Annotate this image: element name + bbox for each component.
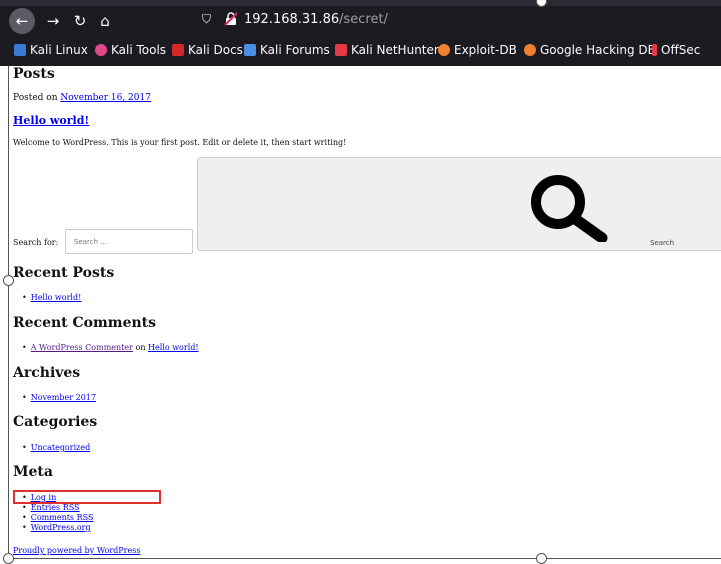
recent-post-link[interactable]: Hello world! xyxy=(31,293,82,302)
footer-powered-by-link[interactable]: Proudly powered by WordPress xyxy=(13,546,140,555)
list-item: Uncategorized xyxy=(22,443,90,452)
browser-chrome: ← → ↻ ⌂ ⛉ 192.168.31.86/secret/ Kali Lin… xyxy=(0,0,721,66)
list-item: Entries RSS xyxy=(22,503,80,512)
kali-tools-icon xyxy=(95,44,107,56)
bookmark-offsec[interactable]: OffSec xyxy=(652,43,700,57)
search-input[interactable] xyxy=(65,229,193,254)
offsec-icon xyxy=(652,44,657,56)
bookmark-google-hacking-db[interactable]: Google Hacking DB xyxy=(524,43,656,57)
recent-comments-heading: Recent Comments xyxy=(13,315,157,331)
search-label: Search for: xyxy=(13,238,59,247)
search-button[interactable]: Search xyxy=(197,157,721,251)
post-date-link[interactable]: November 16, 2017 xyxy=(60,93,151,103)
navigation-toolbar: ← → ↻ ⌂ ⛉ 192.168.31.86/secret/ xyxy=(0,6,721,36)
archive-link[interactable]: November 2017 xyxy=(31,393,96,402)
bookmark-kali-docs[interactable]: Kali Docs xyxy=(172,43,243,57)
back-button[interactable]: ← xyxy=(9,8,35,34)
search-button-label: Search xyxy=(650,239,675,247)
kali-nethunter-icon xyxy=(335,44,347,56)
exploit-db-icon xyxy=(438,44,450,56)
posted-label: Posted on xyxy=(13,93,58,103)
url-path: /secret/ xyxy=(339,12,388,27)
category-link[interactable]: Uncategorized xyxy=(31,443,90,452)
kali-docs-icon xyxy=(172,44,184,56)
url-text: 192.168.31.86/secret/ xyxy=(244,12,388,27)
login-link[interactable]: Log in xyxy=(31,493,57,502)
wordpress-org-link[interactable]: WordPress.org xyxy=(31,523,91,532)
list-item: A WordPress Commenter on Hello world! xyxy=(22,343,199,352)
list-item: Log in xyxy=(22,493,57,502)
frame-border-bottom xyxy=(8,558,721,559)
kali-forums-icon xyxy=(244,44,256,56)
list-item: Comments RSS xyxy=(22,513,94,522)
resize-handle[interactable] xyxy=(536,553,547,564)
bookmark-kali-linux[interactable]: Kali Linux xyxy=(14,43,88,57)
archives-heading: Archives xyxy=(13,365,81,381)
frame-border-left xyxy=(8,66,9,558)
meta-heading: Meta xyxy=(13,464,53,480)
kali-dragon-icon xyxy=(14,44,26,56)
shield-icon: ⛉ xyxy=(202,12,212,26)
post-body: Welcome to WordPress. This is your first… xyxy=(13,138,347,147)
home-button[interactable]: ⌂ xyxy=(93,9,117,33)
address-bar[interactable]: ⛉ 192.168.31.86/secret/ xyxy=(190,8,721,34)
reload-button[interactable]: ↻ xyxy=(68,9,92,33)
home-icon: ⌂ xyxy=(100,12,110,30)
reload-icon: ↻ xyxy=(73,12,87,30)
categories-heading: Categories xyxy=(13,414,98,430)
search-icon xyxy=(531,175,608,242)
list-item: Hello world! xyxy=(22,293,82,302)
page-content: Posts Posted on November 16, 2017 Hello … xyxy=(0,0,721,564)
bookmark-kali-forums[interactable]: Kali Forums xyxy=(244,43,330,57)
posts-heading: Posts xyxy=(13,66,55,82)
list-item: WordPress.org xyxy=(22,523,91,532)
comment-on-text: on xyxy=(135,343,146,352)
post-meta: Posted on November 16, 2017 xyxy=(13,93,151,103)
comments-rss-link[interactable]: Comments RSS xyxy=(31,513,94,522)
insecure-lock-icon[interactable] xyxy=(224,12,238,26)
post-title-link[interactable]: Hello world! xyxy=(13,114,89,127)
bookmarks-toolbar: Kali Linux Kali Tools Kali Docs Kali For… xyxy=(0,40,721,64)
comment-post-link[interactable]: Hello world! xyxy=(148,343,199,352)
comment-author-link[interactable]: A WordPress Commenter xyxy=(31,343,133,352)
ghdb-icon xyxy=(524,44,536,56)
url-host: 192.168.31.86 xyxy=(244,12,340,27)
forward-button[interactable]: → xyxy=(41,9,65,33)
bookmark-kali-nethunter[interactable]: Kali NetHunter xyxy=(335,43,439,57)
bookmark-kali-tools[interactable]: Kali Tools xyxy=(95,43,166,57)
entries-rss-link[interactable]: Entries RSS xyxy=(31,503,80,512)
recent-posts-heading: Recent Posts xyxy=(13,265,115,281)
arrow-left-icon: ← xyxy=(15,12,29,30)
bookmark-exploit-db[interactable]: Exploit-DB xyxy=(438,43,517,57)
arrow-right-icon: → xyxy=(46,12,60,30)
list-item: November 2017 xyxy=(22,393,96,402)
